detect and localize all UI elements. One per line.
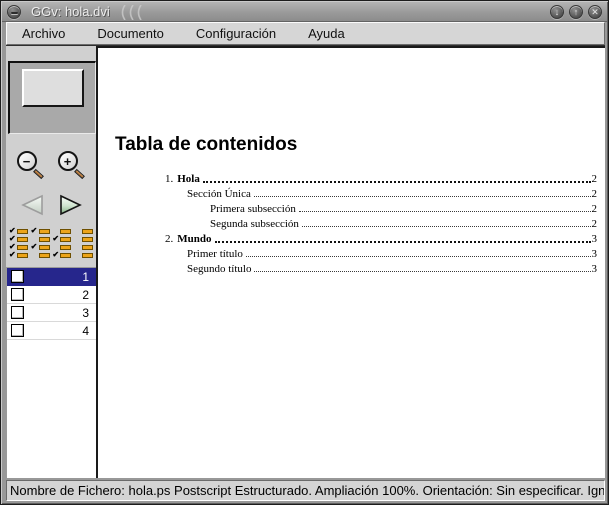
page-number: 2 — [82, 287, 89, 302]
page-list-row[interactable]: 1 — [7, 268, 96, 286]
next-page-icon[interactable] — [58, 193, 86, 217]
window-menu-icon[interactable] — [7, 4, 21, 19]
titlebar-ornament — [121, 4, 142, 20]
page-mark-checkbox[interactable] — [11, 270, 24, 283]
window-title: GGv: hola.dvi — [31, 4, 110, 19]
toc-list: 1. Hola 2 Sección Única 2 Primera subsec… — [165, 170, 597, 275]
toc-entry-page: 2 — [591, 218, 598, 230]
toc-entry-label: Hola — [177, 173, 200, 185]
toc-entry: Segundo título 3 — [165, 260, 597, 275]
toc-entry-page: 3 — [591, 248, 598, 260]
toc-entry-label: Segunda subsección — [210, 218, 299, 230]
toc-entry: 1. Hola 2 — [165, 170, 597, 185]
toc-dot-leader — [245, 256, 591, 257]
document-view: Tabla de contenidos 1. Hola 2 Sección Ún… — [96, 46, 605, 478]
toc-dot-leader — [298, 211, 591, 212]
page-list-row[interactable]: 2 — [7, 286, 96, 304]
toc-entry-page: 2 — [591, 188, 598, 200]
page-mark-checkbox[interactable] — [11, 324, 24, 337]
toc-entry-page: 2 — [591, 173, 598, 185]
page-thumbnail — [21, 69, 84, 107]
toc-entry-page: 3 — [591, 263, 598, 275]
toc-entry-label: Sección Única — [187, 188, 251, 200]
menu-documento[interactable]: Documento — [94, 24, 166, 43]
status-bar: Nombre de Fichero: hola.ps Postscript Es… — [6, 480, 605, 501]
page-list-row[interactable]: 3 — [7, 304, 96, 322]
page-thumbnail-panel — [8, 61, 96, 134]
toc-entry-label: Primer título — [187, 248, 243, 260]
page-list-row[interactable]: 4 — [7, 322, 96, 340]
toc-entry-label: Mundo — [177, 233, 212, 245]
toc-entry: Primera subsección 2 — [165, 200, 597, 215]
page-number: 4 — [82, 323, 89, 338]
toc-entry-page: 3 — [591, 233, 598, 245]
toc-entry-number: 1. — [165, 173, 174, 185]
minimize-icon[interactable]: ↓ — [550, 4, 564, 19]
toggle-odd-pages-icon[interactable]: ✔ ✔ ✔ ✔ — [31, 227, 50, 258]
toc-entry-page: 2 — [591, 203, 598, 215]
toc-dot-leader — [202, 181, 591, 183]
toc-entry: Sección Única 2 — [165, 185, 597, 200]
toc-dot-leader — [214, 241, 591, 243]
toc-dot-leader — [254, 271, 591, 272]
menu-ayuda[interactable]: Ayuda — [305, 24, 348, 43]
main-area: − + ✔ ✔ ✔ ✔ ✔ ✔ ✔ ✔ 1 2 3 4 Tabla de con… — [6, 46, 605, 478]
toc-dot-leader — [253, 196, 591, 197]
app-window: GGv: hola.dvi ↓ ↑ ✕ Archivo Documento Co… — [0, 0, 609, 505]
page-marks-toolbar: ✔ ✔ ✔ ✔ ✔ ✔ ✔ ✔ ✔ ✔ ✔ ✔ — [6, 227, 96, 259]
window-frame: Archivo Documento Configuración Ayuda − … — [6, 22, 605, 501]
titlebar: GGv: hola.dvi ↓ ↑ ✕ — [2, 2, 607, 22]
menu-archivo[interactable]: Archivo — [19, 24, 68, 43]
toc-entry-label: Segundo título — [187, 263, 252, 275]
mark-all-pages-icon[interactable]: ✔ ✔ ✔ ✔ — [9, 227, 28, 259]
page-nav-toolbar — [6, 193, 96, 217]
page-mark-checkbox[interactable] — [11, 288, 24, 301]
close-icon[interactable]: ✕ — [588, 4, 602, 19]
menu-configuracion[interactable]: Configuración — [193, 24, 279, 43]
toggle-even-pages-icon[interactable]: ✔ ✔ ✔ ✔ — [52, 228, 72, 259]
zoom-in-icon: + — [57, 151, 78, 171]
maximize-icon[interactable]: ↑ — [569, 4, 583, 19]
toc-entry-number: 2. — [165, 233, 174, 245]
menubar: Archivo Documento Configuración Ayuda — [6, 22, 605, 45]
toc-entry: Segunda subsección 2 — [165, 215, 597, 230]
zoom-out-icon: − — [16, 151, 37, 171]
toc-entry: 2. Mundo 3 — [165, 230, 597, 245]
zoom-in-button[interactable]: + — [57, 151, 86, 181]
sidebar: − + ✔ ✔ ✔ ✔ ✔ ✔ ✔ ✔ 1 2 3 4 — [6, 46, 96, 478]
toc-dot-leader — [301, 226, 591, 227]
toc-entry: Primer título 3 — [165, 245, 597, 260]
zoom-toolbar: − + — [6, 151, 96, 181]
page-number: 1 — [82, 269, 89, 284]
prev-page-icon[interactable] — [17, 193, 45, 217]
page-title: Tabla de contenidos — [115, 134, 298, 155]
page-mark-checkbox[interactable] — [11, 306, 24, 319]
page-number: 3 — [82, 305, 89, 320]
toc-entry-label: Primera subsección — [210, 203, 296, 215]
clear-all-marks-icon[interactable]: ✔ ✔ ✔ ✔ — [74, 228, 93, 258]
status-text: Nombre de Fichero: hola.ps Postscript Es… — [10, 483, 605, 498]
zoom-out-button[interactable]: − — [16, 151, 45, 181]
page-list: 1 2 3 4 — [6, 267, 96, 478]
